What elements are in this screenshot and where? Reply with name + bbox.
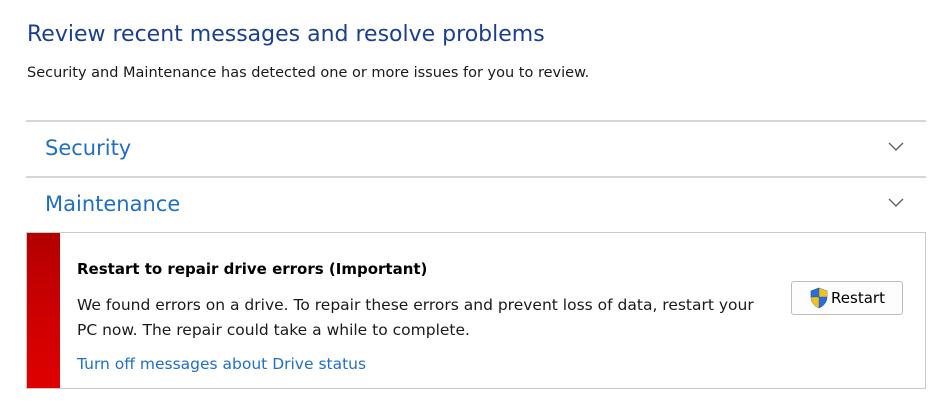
alert-message: We found errors on a drive. To repair th…	[77, 296, 754, 339]
turn-off-messages-link[interactable]: Turn off messages about Drive status	[77, 355, 366, 373]
page-title: Review recent messages and resolve probl…	[27, 22, 545, 47]
restart-button-label: Restart	[831, 289, 885, 307]
section-maintenance[interactable]: Maintenance	[26, 176, 926, 232]
section-maintenance-label: Maintenance	[45, 192, 181, 216]
severity-bar	[27, 233, 60, 388]
security-maintenance-page: Review recent messages and resolve probl…	[0, 0, 949, 410]
page-subtitle: Security and Maintenance has detected on…	[27, 65, 590, 81]
restart-button[interactable]: Restart	[791, 281, 903, 315]
chevron-down-icon[interactable]	[888, 196, 904, 208]
uac-shield-icon	[810, 287, 828, 309]
section-security[interactable]: Security	[26, 120, 926, 176]
chevron-down-icon[interactable]	[888, 140, 904, 152]
section-security-label: Security	[45, 136, 132, 160]
drive-error-alert: Restart to repair drive errors (Importan…	[26, 232, 926, 389]
alert-title: Restart to repair drive errors (Importan…	[77, 260, 428, 278]
